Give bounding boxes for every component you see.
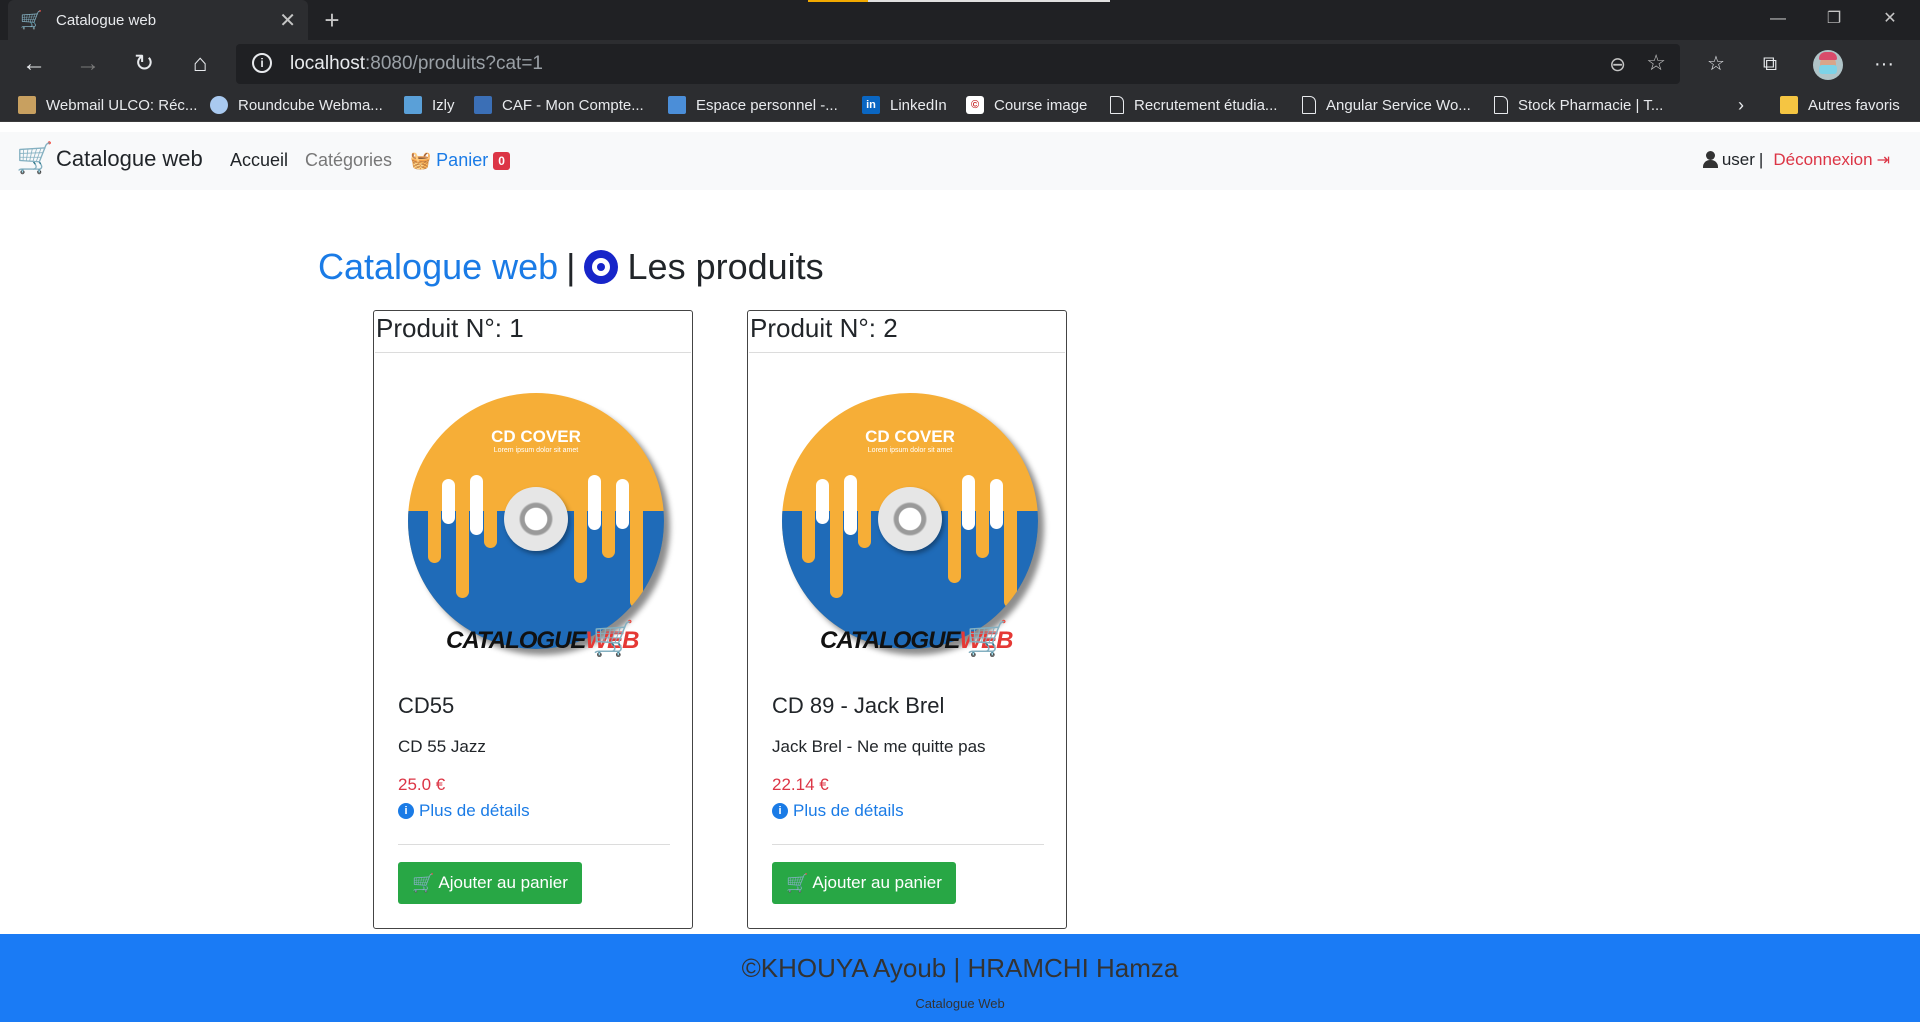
home-button[interactable]: ⌂ [182, 46, 218, 82]
browser-tab[interactable]: 🛒 Catalogue web ✕ [8, 0, 308, 40]
site-info-icon[interactable]: i [252, 53, 272, 73]
new-tab-button[interactable]: + [316, 4, 348, 36]
footer-subtitle: Catalogue Web [915, 996, 1005, 1011]
product-card-header: Produit N°: 1 [375, 311, 691, 353]
info-circle-icon: i [772, 803, 788, 819]
cart-count-badge: 0 [493, 151, 510, 170]
other-favorites-folder[interactable]: Autres favoris [1780, 94, 1900, 116]
page-icon [1110, 96, 1124, 114]
bookmark-item[interactable]: Angular Service Wo... [1302, 94, 1471, 116]
titlebar-accent-light [868, 0, 1110, 2]
forward-button[interactable]: → [70, 46, 106, 82]
bookmark-item[interactable]: Webmail ULCO: Réc... [18, 94, 197, 116]
details-link[interactable]: i Plus de détails [398, 801, 530, 821]
bookmark-item[interactable]: in LinkedIn [862, 94, 947, 116]
course-icon: © [966, 96, 984, 114]
page-icon [1302, 96, 1316, 114]
restore-button[interactable]: ❐ [1806, 0, 1862, 40]
product-description: CD 55 Jazz [398, 737, 486, 756]
izly-icon [404, 96, 422, 114]
cart-logo-icon: 🛒 [16, 142, 54, 175]
cd-disc-image: CD COVER Lorem ipsum dolor sit amet [782, 393, 1038, 649]
caf-icon [474, 96, 492, 114]
nav-home-link[interactable]: Accueil [230, 150, 288, 171]
close-tab-icon[interactable]: ✕ [279, 8, 296, 33]
details-link[interactable]: i Plus de détails [772, 801, 904, 821]
address-bar[interactable]: i localhost:8080/produits?cat=1 ⊖ ☆ [236, 44, 1680, 84]
roundcube-icon [210, 96, 228, 114]
product-price: 25.0 € [398, 775, 446, 794]
folder-icon [1780, 96, 1798, 114]
ulco-icon [18, 96, 36, 114]
bookmark-item[interactable]: © Course image [966, 94, 1087, 116]
cd-hub [504, 487, 568, 551]
bookmark-item[interactable]: Stock Pharmacie | T... [1494, 94, 1663, 116]
heading-brand-link[interactable]: Catalogue web [318, 246, 558, 288]
user-separator: | [1758, 150, 1764, 169]
bookmarks-bar: Webmail ULCO: Réc... Roundcube Webma... … [0, 88, 1920, 122]
close-window-button[interactable]: ✕ [1862, 0, 1918, 40]
cart-logo-icon: 🛒 [592, 620, 635, 658]
app-navbar: 🛒 Catalogue web Accueil Catégories 🧺 Pan… [0, 132, 1920, 190]
sign-out-icon[interactable]: ⇥ [1877, 150, 1890, 170]
more-menu-icon[interactable]: ··· [1866, 46, 1902, 82]
cd-hub [878, 487, 942, 551]
browser-titlebar: 🛒 Catalogue web ✕ + — ❐ ✕ [0, 0, 1920, 40]
basket-icon: 🧺 [410, 150, 432, 170]
url-text[interactable]: localhost:8080/produits?cat=1 [290, 53, 543, 75]
reload-button[interactable]: ↻ [126, 46, 162, 82]
cart-logo-icon: 🛒 [966, 620, 1009, 658]
product-description: Jack Brel - Ne me quitte pas [772, 737, 986, 756]
product-card: Produit N°: 2 CD COVER Lorem ipsum dolor… [747, 310, 1067, 929]
product-name: CD 89 - Jack Brel [772, 693, 945, 718]
collections-icon[interactable]: ⧉ [1752, 46, 1788, 82]
product-image: CD COVER Lorem ipsum dolor sit amet CATA… [770, 393, 1040, 683]
product-image: CD COVER Lorem ipsum dolor sit amet CATA… [396, 393, 666, 683]
bookmark-item[interactable]: Izly [404, 94, 455, 116]
cart-favicon-icon: 🛒 [20, 10, 43, 30]
logout-link[interactable]: Déconnexion [1773, 150, 1872, 170]
card-divider [772, 844, 1044, 845]
bookmark-item[interactable]: Espace personnel -... [668, 94, 838, 116]
heading-text: Les produits [627, 246, 824, 287]
product-card-header: Produit N°: 2 [749, 311, 1065, 353]
card-divider [398, 844, 670, 845]
bookmark-item[interactable]: Roundcube Webma... [210, 94, 383, 116]
bookmark-item[interactable]: Recrutement étudia... [1110, 94, 1277, 116]
espace-icon [668, 96, 686, 114]
back-button[interactable]: ← [16, 46, 52, 82]
page-icon [1494, 96, 1508, 114]
favorites-list-icon[interactable]: ☆ [1698, 46, 1734, 82]
info-circle-icon: i [398, 803, 414, 819]
minimize-button[interactable]: — [1750, 0, 1806, 40]
profile-avatar[interactable] [1813, 50, 1843, 80]
tab-title: Catalogue web [56, 11, 157, 29]
nav-categories-link[interactable]: Catégories [305, 150, 392, 171]
browser-toolbar: ← → ↻ ⌂ i localhost:8080/produits?cat=1 … [0, 40, 1920, 88]
linkedin-icon: in [862, 96, 880, 114]
add-to-cart-button[interactable]: 🛒 Ajouter au panier [398, 862, 582, 904]
cart-icon: 🛒 [786, 872, 809, 893]
chevron-right-icon[interactable]: › [1738, 94, 1744, 116]
username: user [1721, 150, 1755, 169]
page-title: Catalogue web | Les produits [318, 246, 824, 288]
page-footer: ©KHOUYA Ayoub | HRAMCHI Hamza Catalogue … [0, 934, 1920, 1022]
footer-credits: ©KHOUYA Ayoub | HRAMCHI Hamza [741, 953, 1179, 983]
bookmark-item[interactable]: CAF - Mon Compte... [474, 94, 644, 116]
add-to-cart-button[interactable]: 🛒 Ajouter au panier [772, 862, 956, 904]
navbar-brand[interactable]: 🛒 Catalogue web [16, 142, 203, 176]
favorite-star-icon[interactable]: ☆ [1646, 50, 1666, 76]
cd-disc-image: CD COVER Lorem ipsum dolor sit amet [408, 393, 664, 649]
zoom-icon[interactable]: ⊖ [1609, 52, 1626, 77]
cart-icon: 🛒 [412, 872, 435, 893]
nav-cart-link[interactable]: 🧺 Panier 0 [410, 150, 510, 171]
user-area: user | Déconnexion ⇥ [1702, 150, 1890, 170]
eye-icon [583, 250, 618, 284]
product-card: Produit N°: 1 CD COVER Lorem ipsum dolor… [373, 310, 693, 929]
titlebar-accent [808, 0, 868, 2]
user-icon [1702, 151, 1718, 169]
product-price: 22.14 € [772, 775, 829, 794]
product-name: CD55 [398, 693, 455, 718]
